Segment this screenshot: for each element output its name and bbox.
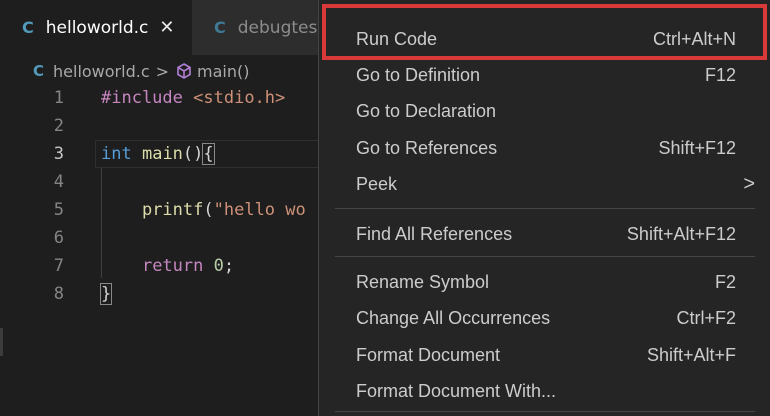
code-line[interactable]: 4 — [0, 168, 330, 196]
line-number: 2 — [53, 116, 64, 136]
menu-item-run-code[interactable]: Run Code Ctrl+Alt+N — [319, 21, 770, 57]
chevron-right-icon: > — [743, 172, 755, 195]
context-menu: Run Code Ctrl+Alt+N Go to Definition F12… — [318, 0, 770, 416]
line-number: 5 — [53, 200, 64, 220]
line-number: 4 — [53, 172, 64, 192]
line-number: 8 — [53, 284, 64, 304]
menu-item-go-to-references[interactable]: Go to References Shift+F12 — [319, 130, 770, 166]
menu-item-shortcut: F2 — [714, 271, 736, 292]
menu-item-format-document[interactable]: Format Document Shift+Alt+F — [319, 337, 770, 373]
menu-item-change-all-occurrences[interactable]: Change All Occurrences Ctrl+F2 — [319, 300, 770, 336]
menu-item-label: Go to Declaration — [356, 100, 497, 121]
menu-item-format-document-with[interactable]: Format Document With... — [319, 373, 770, 409]
close-icon[interactable]: ✕ — [159, 17, 174, 38]
menu-item-label: Find All References — [356, 223, 513, 244]
menu-item-shortcut: Shift+Alt+F12 — [626, 223, 736, 244]
menu-item-label: Go to References — [356, 137, 498, 158]
c-file-icon: C — [214, 18, 226, 37]
code-text: printf("hello wo — [141, 200, 306, 220]
code-text: } — [99, 283, 113, 305]
breadcrumb-separator: > — [155, 61, 170, 81]
menu-item-shortcut: F12 — [704, 64, 736, 85]
menu-item-label: Peek — [356, 173, 398, 194]
menu-item-shortcut: Ctrl+Alt+N — [652, 28, 736, 49]
menu-item-label: Run Code — [356, 28, 438, 49]
line-number: 1 — [53, 88, 64, 108]
code-line[interactable]: 2 — [0, 112, 330, 140]
code-line[interactable]: 6 — [0, 224, 330, 252]
line-number: 3 — [53, 144, 64, 164]
menu-item-shortcut: Shift+F12 — [658, 137, 736, 158]
menu-item-label: Go to Definition — [356, 64, 481, 85]
breadcrumb-file[interactable]: helloworld.c — [53, 62, 150, 81]
menu-item-label: Format Document — [356, 344, 501, 365]
menu-item-peek[interactable]: Peek > — [319, 166, 770, 202]
c-file-icon: C — [22, 18, 34, 37]
line-number: 6 — [53, 228, 64, 248]
menu-item-label: Rename Symbol — [356, 271, 490, 292]
code-line-current[interactable]: 3 int main(){ — [0, 140, 330, 168]
menu-item-find-all-references[interactable]: Find All References Shift+Alt+F12 — [319, 216, 770, 252]
menu-separator — [335, 208, 755, 209]
line-number: 7 — [53, 256, 64, 276]
tab-debugtest[interactable]: C debugtest — [192, 0, 332, 55]
code-line[interactable]: 7 return 0; — [0, 252, 330, 280]
method-cube-icon — [177, 63, 191, 79]
menu-item-go-to-definition[interactable]: Go to Definition F12 — [319, 57, 770, 93]
menu-separator — [335, 256, 755, 257]
menu-item-shortcut: Ctrl+F2 — [676, 307, 736, 328]
menu-item-label: Change All Occurrences — [356, 307, 551, 328]
tab-label: debugtest — [237, 17, 325, 38]
code-text: #include <stdio.h> — [101, 88, 286, 108]
menu-item-rename-symbol[interactable]: Rename Symbol F2 — [319, 264, 770, 300]
c-file-icon: C — [33, 62, 45, 80]
menu-item-shortcut: Shift+Alt+F — [646, 344, 736, 365]
menu-item-go-to-declaration[interactable]: Go to Declaration — [319, 93, 770, 129]
scroll-marker — [0, 328, 3, 356]
tab-label: helloworld.c — [45, 17, 149, 38]
code-text: int main(){ — [101, 143, 215, 165]
code-line[interactable]: 5 printf("hello wo — [0, 196, 330, 224]
code-line[interactable]: 8 } — [0, 280, 330, 308]
code-line[interactable]: 1 #include <stdio.h> — [0, 84, 330, 112]
tab-helloworld[interactable]: C helloworld.c ✕ — [0, 0, 192, 55]
breadcrumb-symbol[interactable]: main() — [197, 62, 249, 81]
menu-separator — [335, 411, 755, 412]
menu-item-label: Format Document With... — [356, 380, 557, 401]
code-editor[interactable]: 1 #include <stdio.h> 2 3 int main(){ 4 5… — [0, 83, 330, 416]
code-text: return 0; — [141, 256, 235, 276]
